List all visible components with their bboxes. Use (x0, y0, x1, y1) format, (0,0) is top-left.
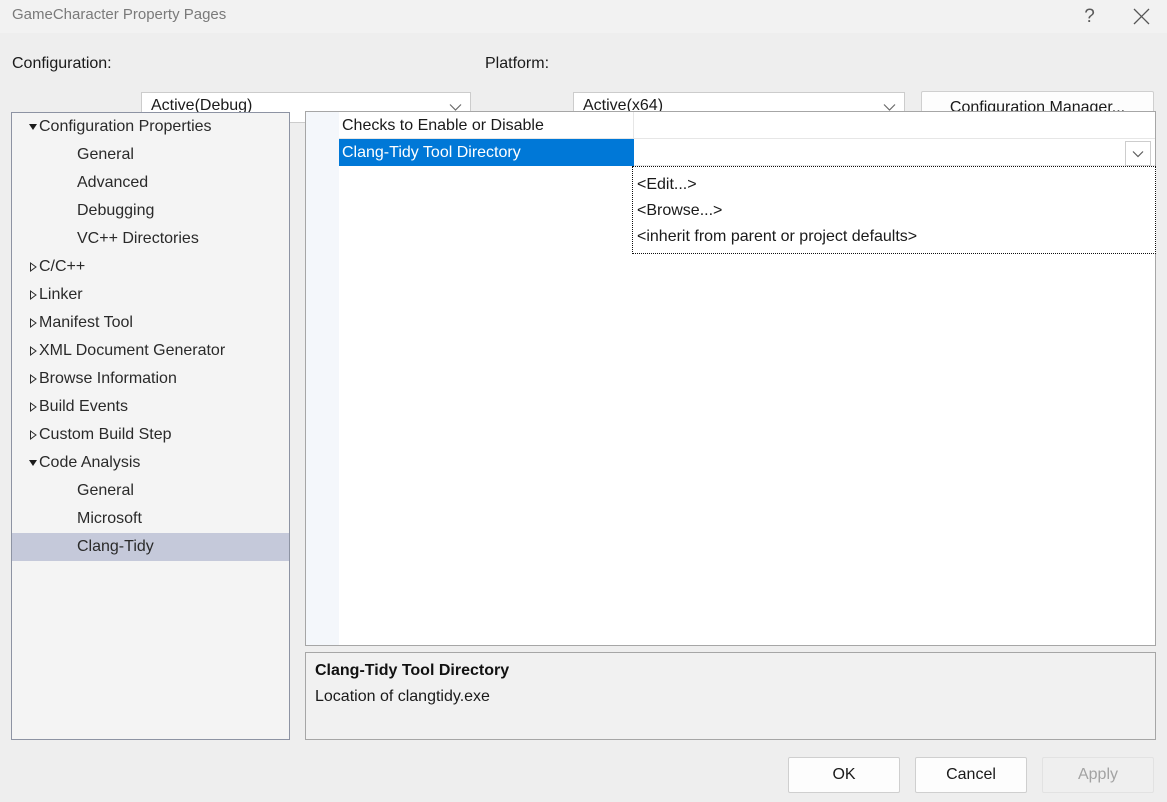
sidebar-item-label: Clang-Tidy (77, 533, 289, 561)
window-title: GameCharacter Property Pages (12, 6, 226, 23)
sidebar-item-clang-tidy[interactable]: Clang-Tidy (12, 533, 289, 561)
property-name[interactable]: Clang-Tidy Tool Directory (339, 139, 634, 166)
triangle-right-icon[interactable] (24, 253, 42, 281)
title-bar: GameCharacter Property Pages ? (0, 0, 1167, 34)
sidebar-item-build-events[interactable]: Build Events (12, 393, 289, 421)
configuration-properties-tree[interactable]: Configuration PropertiesGeneralAdvancedD… (11, 112, 290, 740)
triangle-down-icon[interactable] (24, 113, 42, 141)
sidebar-item-microsoft[interactable]: Microsoft (12, 505, 289, 533)
triangle-right-icon[interactable] (24, 365, 42, 393)
sidebar-item-xml-document-generator[interactable]: XML Document Generator (12, 337, 289, 365)
sidebar-item-label: Code Analysis (39, 449, 289, 477)
triangle-right-icon[interactable] (24, 281, 42, 309)
property-value[interactable] (634, 139, 1155, 166)
sidebar-item-c-c[interactable]: C/C++ (12, 253, 289, 281)
property-description-panel: Clang-Tidy Tool Directory Location of cl… (305, 652, 1156, 740)
platform-label: Platform: (485, 55, 549, 73)
ok-button[interactable]: OK (788, 757, 900, 793)
configuration-label: Configuration: (12, 55, 112, 73)
sidebar-item-label: Debugging (77, 197, 289, 225)
sidebar-item-label: Advanced (77, 169, 289, 197)
sidebar-item-code-analysis[interactable]: Code Analysis (12, 449, 289, 477)
table-row[interactable]: Checks to Enable or Disable (339, 112, 1155, 139)
sidebar-item-label: Configuration Properties (39, 113, 289, 141)
sidebar-item-configuration-properties[interactable]: Configuration Properties (12, 113, 289, 141)
sidebar-item-general[interactable]: General (12, 141, 289, 169)
description-title: Clang-Tidy Tool Directory (315, 662, 509, 680)
sidebar-item-label: General (77, 477, 289, 505)
sidebar-item-manifest-tool[interactable]: Manifest Tool (12, 309, 289, 337)
configuration-bar: Configuration: Active(Debug) Platform: A… (0, 33, 1167, 106)
sidebar-item-general[interactable]: General (12, 477, 289, 505)
sidebar-item-label: C/C++ (39, 253, 289, 281)
triangle-down-icon[interactable] (24, 449, 42, 477)
sidebar-item-label: Build Events (39, 393, 289, 421)
dropdown-option[interactable]: <Edit...> (633, 172, 1155, 198)
sidebar-item-browse-information[interactable]: Browse Information (12, 365, 289, 393)
triangle-right-icon[interactable] (24, 421, 42, 449)
sidebar-item-label: General (77, 141, 289, 169)
dropdown-option[interactable]: <Browse...> (633, 198, 1155, 224)
sidebar-item-label: Microsoft (77, 505, 289, 533)
triangle-right-icon[interactable] (24, 309, 42, 337)
property-grid-gutter (306, 112, 339, 645)
sidebar-item-custom-build-step[interactable]: Custom Build Step (12, 421, 289, 449)
apply-button: Apply (1042, 757, 1154, 793)
sidebar-item-label: XML Document Generator (39, 337, 289, 365)
triangle-right-icon[interactable] (24, 393, 42, 421)
sidebar-item-label: Browse Information (39, 365, 289, 393)
dropdown-option[interactable]: <inherit from parent or project defaults… (633, 224, 1155, 250)
sidebar-item-label: Custom Build Step (39, 421, 289, 449)
help-icon[interactable]: ? (1067, 0, 1112, 33)
sidebar-item-label: Manifest Tool (39, 309, 289, 337)
sidebar-item-label: VC++ Directories (77, 225, 289, 253)
help-glyph: ? (1084, 6, 1095, 28)
sidebar-item-advanced[interactable]: Advanced (12, 169, 289, 197)
property-name[interactable]: Checks to Enable or Disable (339, 112, 634, 139)
sidebar-item-vc-directories[interactable]: VC++ Directories (12, 225, 289, 253)
sidebar-item-label: Linker (39, 281, 289, 309)
sidebar-item-debugging[interactable]: Debugging (12, 197, 289, 225)
sidebar-item-linker[interactable]: Linker (12, 281, 289, 309)
close-icon[interactable] (1119, 0, 1164, 33)
value-dropdown-list[interactable]: <Edit...><Browse...><inherit from parent… (632, 166, 1156, 254)
triangle-right-icon[interactable] (24, 337, 42, 365)
table-row[interactable]: Clang-Tidy Tool Directory (339, 139, 1155, 166)
description-text: Location of clangtidy.exe (315, 688, 490, 706)
chevron-down-icon[interactable] (1125, 141, 1151, 166)
property-value[interactable] (634, 112, 1155, 139)
cancel-button[interactable]: Cancel (915, 757, 1027, 793)
